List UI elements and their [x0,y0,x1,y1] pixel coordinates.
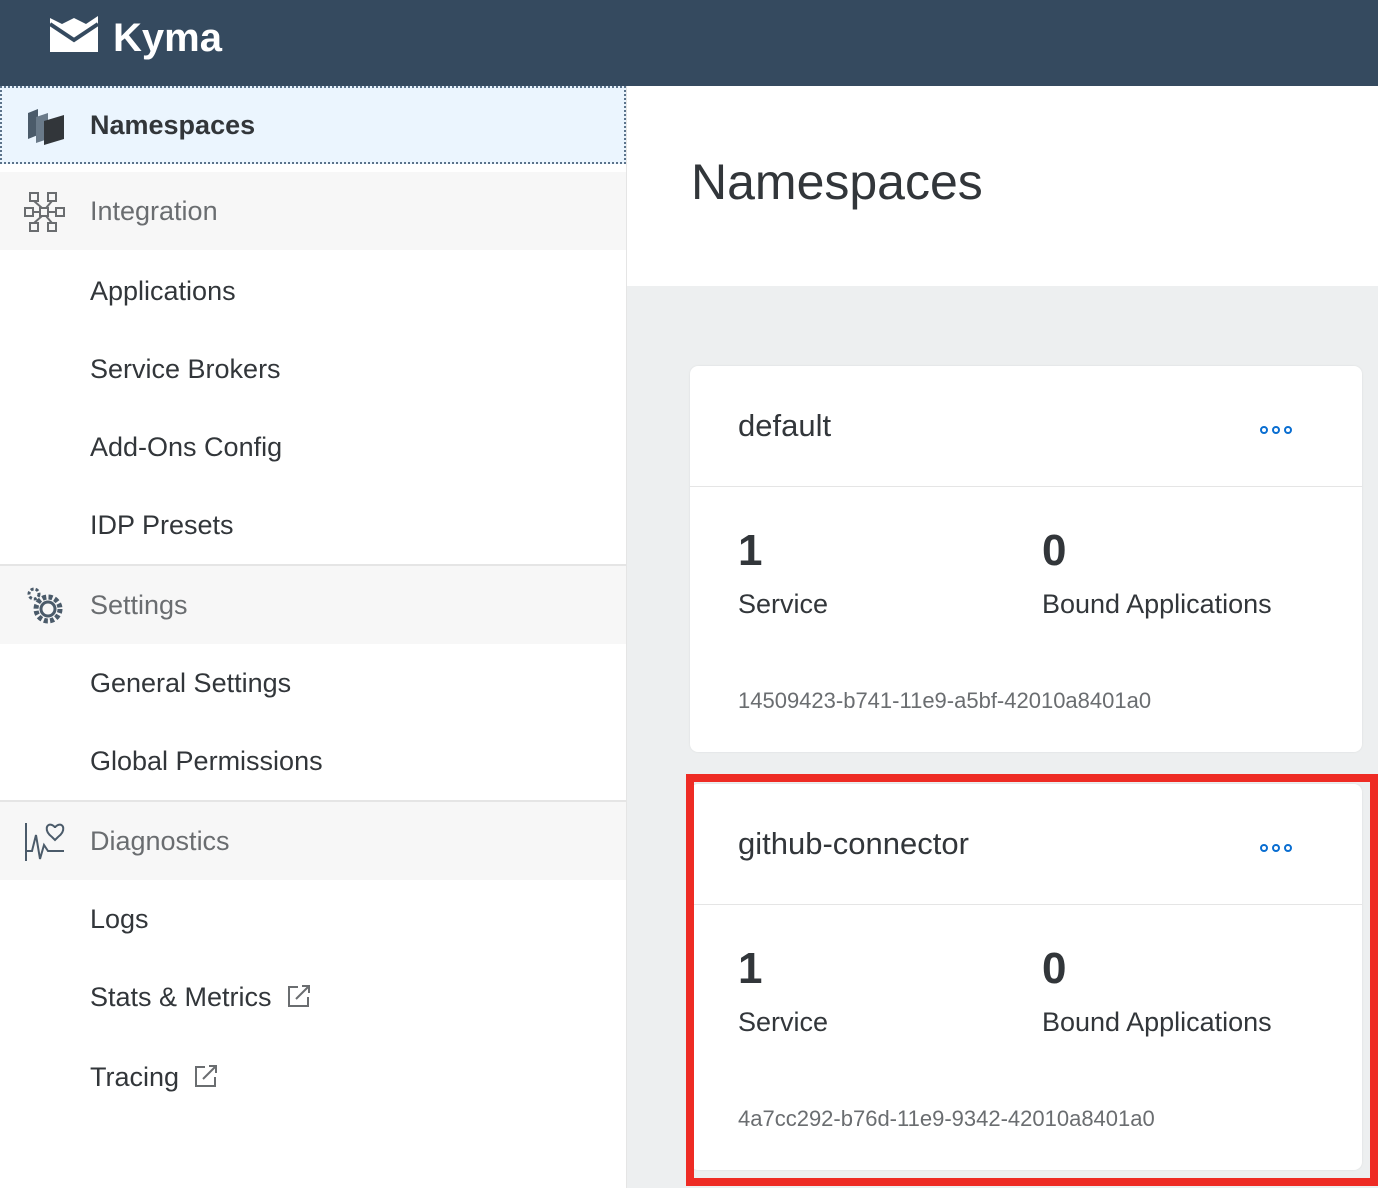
namespaces-content: default 1 Service 0 Bound Applications 1… [627,286,1378,1188]
side-navigation: Namespaces Integration Applications Serv… [0,86,627,1188]
namespace-card-github-connector[interactable]: github-connector 1 Service 0 Bound Appli… [690,784,1362,1170]
page-title: Namespaces [691,154,983,210]
external-link-icon [287,984,310,1007]
sidebar-group-integration[interactable]: Integration [0,172,626,250]
more-options-icon[interactable] [1256,418,1296,442]
sidebar-item-link: Stats & Metrics [90,958,312,1036]
namespace-uid: 14509423-b741-11e9-a5bf-42010a8401a0 [738,688,1152,713]
services-count: 1 [738,526,763,575]
sidebar-item-global-permissions[interactable]: Global Permissions [0,722,626,800]
sidebar-item-idp-presets[interactable]: IDP Presets [0,486,626,564]
sidebar-item-label: Global Permissions [90,746,323,776]
sidebar-group-settings[interactable]: Settings [0,566,626,644]
bound-applications-count: 0 [1042,944,1067,993]
namespace-card-default[interactable]: default 1 Service 0 Bound Applications 1… [690,366,1362,752]
sidebar-item-label: Service Brokers [90,354,281,384]
shell-bar: Kyma [0,0,1378,86]
bound-applications-label: Bound Applications [1042,589,1272,619]
bound-applications-label: Bound Applications [1042,1007,1272,1037]
sidebar-item-logs[interactable]: Logs [0,880,626,958]
more-options-icon[interactable] [1256,836,1296,860]
services-label: Service [738,1007,829,1037]
sidebar-item-general-settings[interactable]: General Settings [0,644,626,722]
diagnostics-heart-icon [25,823,65,861]
bound-applications-count: 0 [1042,526,1067,575]
namespace-uid: 4a7cc292-b76d-11e9-9342-42010a8401a0 [738,1106,1155,1131]
page-header: Namespaces [627,86,1378,286]
sidebar-item-stats-metrics[interactable]: Stats & Metrics [0,958,626,1036]
sidebar-item-service-brokers[interactable]: Service Brokers [0,330,626,408]
namespaces-icon [28,109,64,145]
kyma-logo-icon[interactable] [48,14,100,54]
sidebar-group-label: Diagnostics [90,826,230,856]
external-link-icon [195,1064,218,1087]
sidebar-item-label: Stats & Metrics [90,982,272,1012]
sidebar-item-label: Applications [90,276,236,306]
card-header: default [690,366,1362,487]
sidebar-group-diagnostics[interactable]: Diagnostics [0,802,626,880]
integration-icon [24,192,65,232]
sidebar-item-label: General Settings [90,668,292,698]
settings-gear-icon [27,587,63,624]
brand-title[interactable]: Kyma [113,12,222,64]
services-label: Service [738,589,829,619]
sidebar-item-label: IDP Presets [90,510,234,540]
sidebar-item-tracing[interactable]: Tracing [0,1038,626,1116]
sidebar-group-label: Settings [90,590,188,620]
card-header: github-connector [690,784,1362,905]
services-count: 1 [738,944,763,993]
sidebar-item-label: Logs [90,904,149,934]
sidebar-item-applications[interactable]: Applications [0,252,626,330]
sidebar-item-label: Add-Ons Config [90,432,283,462]
sidebar-item-label: Tracing [90,1062,180,1092]
sidebar-group-label: Integration [90,196,218,226]
sidebar-item-link: Tracing [90,1038,219,1116]
namespace-name[interactable]: github-connector [738,824,969,864]
namespace-name[interactable]: default [738,406,831,446]
sidebar-item-add-ons-config[interactable]: Add-Ons Config [0,408,626,486]
sidebar-item-namespaces[interactable]: Namespaces [0,86,626,164]
sidebar-item-label: Namespaces [90,110,256,140]
